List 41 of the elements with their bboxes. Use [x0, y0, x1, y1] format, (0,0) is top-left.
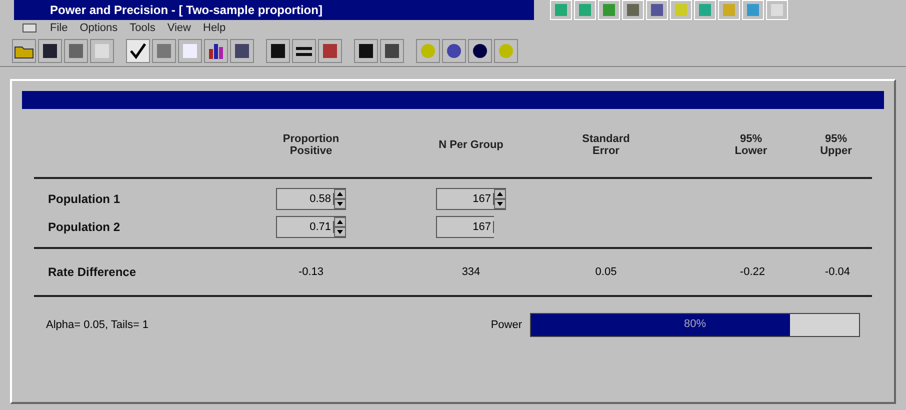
column-header: 95% Lower — [734, 133, 768, 157]
spinner-icon[interactable] — [334, 217, 346, 237]
column-header: 95% Upper — [819, 133, 853, 157]
power-label: Power — [490, 319, 522, 331]
proportion-field[interactable]: 0.58 — [276, 188, 346, 210]
proportion-field[interactable]: 0.71 — [276, 216, 346, 238]
toolbar-icon[interactable] — [694, 0, 716, 20]
row-label: Population 1 — [47, 192, 121, 206]
toolbar-icon[interactable] — [646, 0, 668, 20]
spinner-icon[interactable] — [494, 189, 506, 209]
toolbar-icon[interactable] — [598, 0, 620, 20]
settings-text: Alpha= 0.05, Tails= 1 — [46, 319, 149, 331]
column-header: Standard Error — [581, 133, 631, 157]
document-icon[interactable] — [22, 22, 38, 34]
column-header: Proportion Positive — [282, 133, 340, 157]
toolbar-icon[interactable] — [622, 0, 644, 20]
equals-icon[interactable] — [292, 39, 316, 63]
table-cell-text: 0.05 — [594, 266, 618, 278]
column-header: N Per Group — [438, 139, 504, 151]
toolbar-icon[interactable] — [742, 0, 764, 20]
toolbar-icon[interactable] — [574, 0, 596, 20]
window-title: Power and Precision - [ Two-sample proportion] — [14, 0, 534, 20]
menu-item[interactable]: Options — [80, 22, 118, 34]
table-cell-text: -0.13 — [297, 266, 325, 278]
n-field[interactable]: 167 — [436, 188, 506, 210]
menu-item[interactable]: Tools — [130, 22, 156, 34]
row-label: Rate Difference — [47, 265, 138, 279]
n-field[interactable]: 167 — [436, 216, 494, 238]
table-cell-text: -0.22 — [738, 266, 766, 278]
table-cell-text: -0.04 — [824, 266, 851, 278]
table-cell-text: 334 — [460, 266, 482, 278]
menu-item[interactable]: File — [50, 22, 68, 34]
toolbar-icon[interactable] — [550, 0, 572, 20]
spinner-icon[interactable] — [334, 189, 346, 209]
row-label: Population 2 — [47, 220, 121, 234]
bar-chart-icon[interactable] — [204, 39, 228, 63]
power-value: 80% — [682, 318, 708, 330]
menu-item[interactable]: Help — [203, 22, 226, 34]
menu-item[interactable]: View — [167, 22, 191, 34]
folder-icon[interactable] — [12, 39, 36, 63]
checkmark-icon[interactable] — [126, 39, 150, 63]
